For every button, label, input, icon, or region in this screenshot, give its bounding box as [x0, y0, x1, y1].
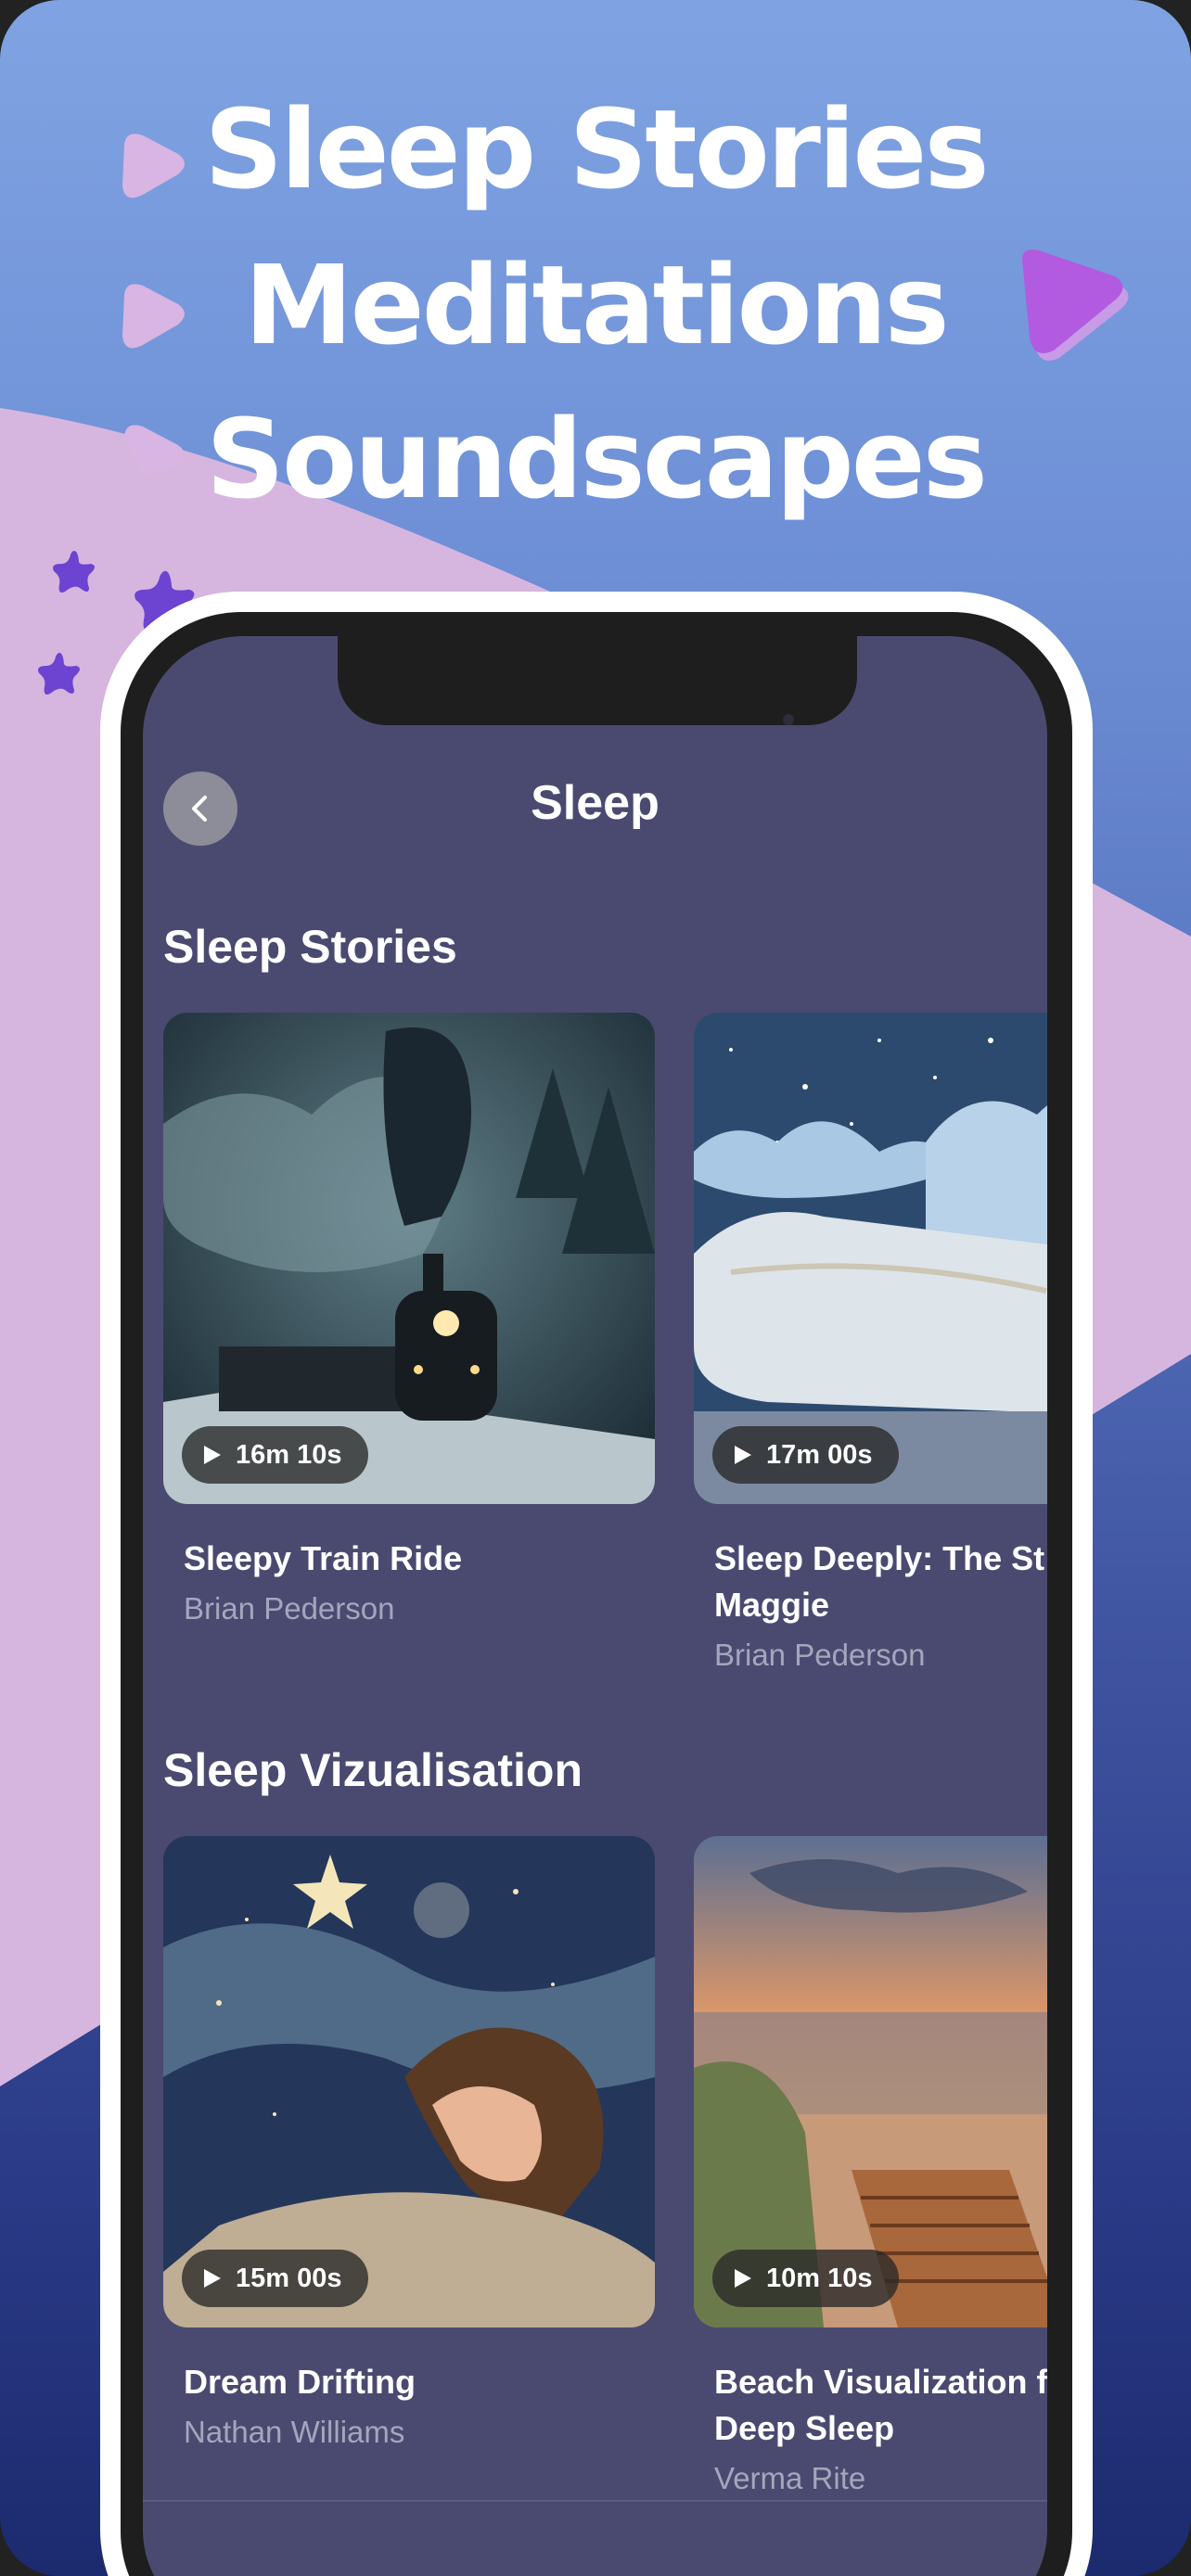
duration-badge: 16m 10s: [182, 1426, 368, 1484]
card-author: Nathan Williams: [184, 2415, 405, 2449]
page-title: Sleep: [531, 776, 660, 830]
phone-notch: [338, 636, 857, 725]
card-title-line1: Beach Visualization fo: [714, 2363, 1047, 2401]
card-title-line2: Deep Sleep: [714, 2409, 895, 2447]
play-icon: [204, 1446, 221, 1464]
card-title: Beach Visualization fo Deep Sleep: [714, 2359, 1047, 2452]
duration-badge: 17m 00s: [712, 1426, 899, 1484]
app-screen: Sleep Sleep Stories 16m 10s Sleepy Train…: [143, 636, 1047, 2576]
sunset-beach-image: 10m 10s: [694, 1836, 1047, 2327]
hero-headline-line2: Meditations: [244, 241, 950, 369]
card-author: Brian Pederson: [184, 1591, 395, 1626]
card-title: Dream Drifting: [184, 2363, 416, 2401]
cloud-pillow-image: 17m 00s: [694, 1013, 1047, 1504]
card-title-line1: Sleep Deeply: The St: [714, 1539, 1045, 1577]
duration-text: 16m 10s: [236, 1439, 342, 1470]
play-icon: [735, 1446, 751, 1464]
card-title: Sleep Deeply: The St Maggie: [714, 1536, 1047, 1628]
card-title-line2: Maggie: [714, 1586, 830, 1624]
card-title: Sleepy Train Ride: [184, 1539, 463, 1577]
duration-text: 15m 00s: [236, 2263, 342, 2293]
camera-dot: [783, 714, 794, 725]
tab-bar-divider: [143, 2500, 1047, 2502]
story-card[interactable]: 17m 00s Sleep Deeply: The St Maggie Bria…: [694, 1013, 1047, 1673]
star-icon: [38, 653, 80, 695]
duration-text: 17m 00s: [766, 1439, 873, 1470]
duration-text: 10m 10s: [766, 2263, 873, 2293]
card-author: Brian Pederson: [714, 1638, 926, 1672]
story-card[interactable]: 16m 10s Sleepy Train Ride Brian Pederson: [163, 1013, 655, 1626]
dreaming-woman-image: 15m 00s: [163, 1836, 655, 2327]
story-card[interactable]: 10m 10s Beach Visualization fo Deep Slee…: [694, 1836, 1047, 2496]
duration-badge: 15m 00s: [182, 2250, 368, 2307]
play-icon: [735, 2269, 751, 2288]
hero-headline-line3: Soundscapes: [205, 395, 988, 523]
card-author: Verma Rite: [714, 2461, 866, 2495]
story-card[interactable]: 15m 00s Dream Drifting Nathan Williams: [163, 1836, 655, 2450]
play-icon: [204, 2269, 221, 2288]
duration-badge: 10m 10s: [712, 2250, 899, 2307]
hero-headline-line1: Sleep Stories: [204, 85, 989, 213]
promo-frame: Sleep Stories Meditations Soundscapes Sl…: [0, 0, 1191, 2576]
star-icon: [53, 551, 95, 593]
section-title-sleep-vizualisation: Sleep Vizualisation: [163, 1744, 583, 1796]
night-train-image: 16m 10s: [163, 1013, 655, 1504]
section-title-sleep-stories: Sleep Stories: [163, 921, 457, 973]
